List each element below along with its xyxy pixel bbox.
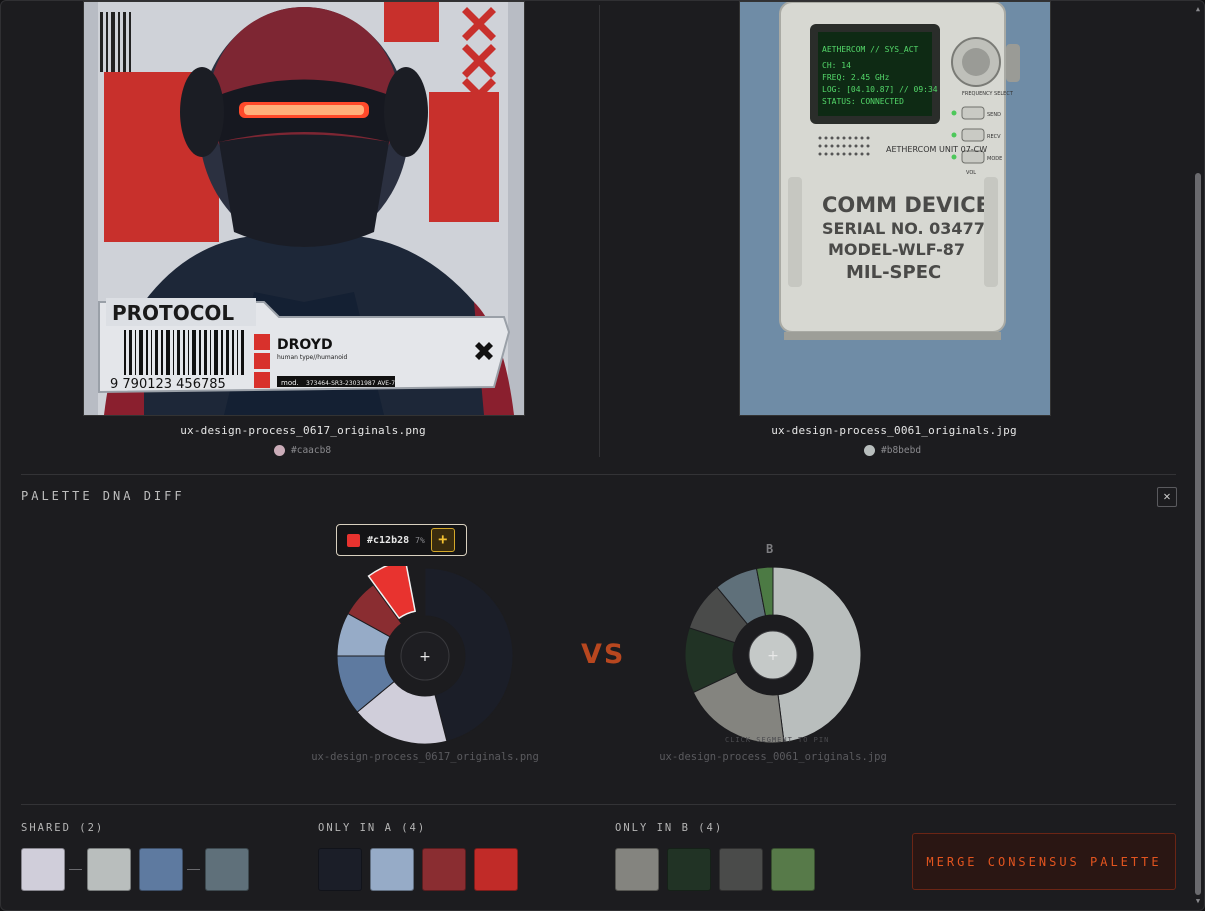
image-b-color-dot: [864, 445, 875, 456]
add-color-button[interactable]: +: [430, 528, 455, 552]
only-a-swatch-2[interactable]: [370, 848, 414, 891]
image-b-stencil-line-4: MIL-SPEC: [846, 262, 941, 283]
only-b-swatch-3[interactable]: [719, 848, 763, 891]
image-a-artwork: PROTOCOL 9 790123 456785 DROYD human typ…: [84, 2, 524, 415]
section-title: PALETTE DNA DIFF: [21, 489, 185, 503]
only-a-swatch-1[interactable]: [318, 848, 362, 891]
image-a-filename: ux-design-process_0617_originals.png: [180, 424, 426, 437]
image-a-brand-text: PROTOCOL: [112, 301, 234, 325]
image-a-type-text: human type//humanoid: [277, 354, 348, 361]
groups-divider: [21, 804, 1176, 805]
tooltip-hex: #c12b28: [367, 534, 410, 546]
image-b-screen-line-1: AETHERCOM // SYS_ACT: [822, 45, 919, 54]
donut-b-filename: ux-design-process_0061_originals.jpg: [659, 751, 887, 763]
scroll-down-icon[interactable]: ▼: [1194, 897, 1202, 905]
image-b-screen-line-3: FREQ: 2.45 GHz: [822, 73, 890, 82]
image-a-barcode-number: 9 790123 456785: [110, 377, 226, 392]
image-b-stencil-line-2: SERIAL NO. 03477: [822, 219, 985, 238]
image-b-brand-small: AETHERCOM UNIT 07-CW: [886, 145, 987, 154]
only-b-swatch-1[interactable]: [615, 848, 659, 891]
tooltip-swatch: [347, 533, 360, 547]
donut-chart-b: +: [684, 566, 862, 744]
close-icon[interactable]: ✕: [1157, 487, 1177, 507]
pinned-color-tooltip: #c12b28 7% +: [336, 524, 467, 556]
image-b-vol-label: VOL: [966, 170, 976, 176]
section-divider: [21, 474, 1176, 475]
image-b-screen-line-5: STATUS: CONNECTED: [822, 97, 904, 106]
shared-link: [69, 869, 82, 870]
only-b-swatch-2[interactable]: [667, 848, 711, 891]
image-a-hex: #caacb8: [291, 445, 332, 456]
image-a-mod-text: mod.: [281, 379, 299, 387]
scroll-up-icon[interactable]: ▲: [1194, 5, 1202, 13]
shared-swatch-3[interactable]: [139, 848, 183, 891]
tooltip-percent: 7%: [415, 535, 425, 545]
only-a-group-title: ONLY IN A (4): [318, 822, 427, 834]
only-b-group-title: ONLY IN B (4): [615, 822, 724, 834]
image-b-screen-line-2: CH: 14: [822, 61, 851, 70]
image-b-filename: ux-design-process_0061_originals.jpg: [771, 424, 1017, 437]
donut-a-center-plus-icon: +: [419, 649, 431, 665]
image-a-dominant-color: #caacb8: [274, 445, 331, 456]
pin-hint: CLICK SEGMENT TO PIN: [725, 736, 830, 744]
image-b-screen-line-4: LOG: [04.10.87] // 09:34: [822, 85, 938, 94]
only-a-swatch-3[interactable]: [422, 848, 466, 891]
image-b-stencil-line-1: COMM DEVICE: [822, 193, 990, 217]
donut-chart-a: +: [336, 566, 514, 745]
image-divider: [599, 5, 600, 457]
image-b-stencil-line-3: MODEL-WLF-87: [828, 240, 965, 259]
image-a-color-dot: [274, 445, 285, 456]
shared-swatch-1[interactable]: [21, 848, 65, 891]
shared-link: [187, 869, 200, 870]
image-a-name-text: DROYD: [277, 337, 333, 353]
image-b-knob-label: FREQUENCY SELECT: [962, 91, 1014, 97]
image-b-send-label: SEND: [987, 112, 1001, 118]
shared-swatch-4[interactable]: [205, 848, 249, 891]
only-b-swatch-4[interactable]: [771, 848, 815, 891]
merge-consensus-button[interactable]: MERGE CONSENSUS PALETTE: [912, 833, 1176, 890]
image-a-serial-text: 373464-SR3-23031987 AVE-7: [306, 380, 395, 387]
image-b-recv-label: RECV: [987, 134, 1001, 140]
image-b-artwork: AETHERCOM // SYS_ACT CH: 14 FREQ: 2.45 G…: [740, 2, 1050, 415]
image-b-preview[interactable]: AETHERCOM // SYS_ACT CH: 14 FREQ: 2.45 G…: [739, 1, 1051, 416]
image-b-mode-label: MODE: [987, 156, 1002, 162]
donut-b-center-plus-icon: +: [767, 648, 779, 664]
palette-diff-window: PROTOCOL 9 790123 456785 DROYD human typ…: [0, 0, 1205, 911]
image-b-hex: #b8bebd: [881, 445, 922, 456]
scrollbar-thumb[interactable]: [1195, 173, 1201, 895]
shared-swatch-2[interactable]: [87, 848, 131, 891]
donut-a-filename: ux-design-process_0617_originals.png: [311, 751, 539, 763]
vs-label: VS: [581, 639, 626, 670]
only-a-swatch-4[interactable]: [474, 848, 518, 891]
donut-b-label: B: [766, 542, 774, 556]
image-a-preview[interactable]: PROTOCOL 9 790123 456785 DROYD human typ…: [83, 1, 525, 416]
image-b-dominant-color: #b8bebd: [864, 445, 921, 456]
shared-group-title: SHARED (2): [21, 822, 105, 834]
